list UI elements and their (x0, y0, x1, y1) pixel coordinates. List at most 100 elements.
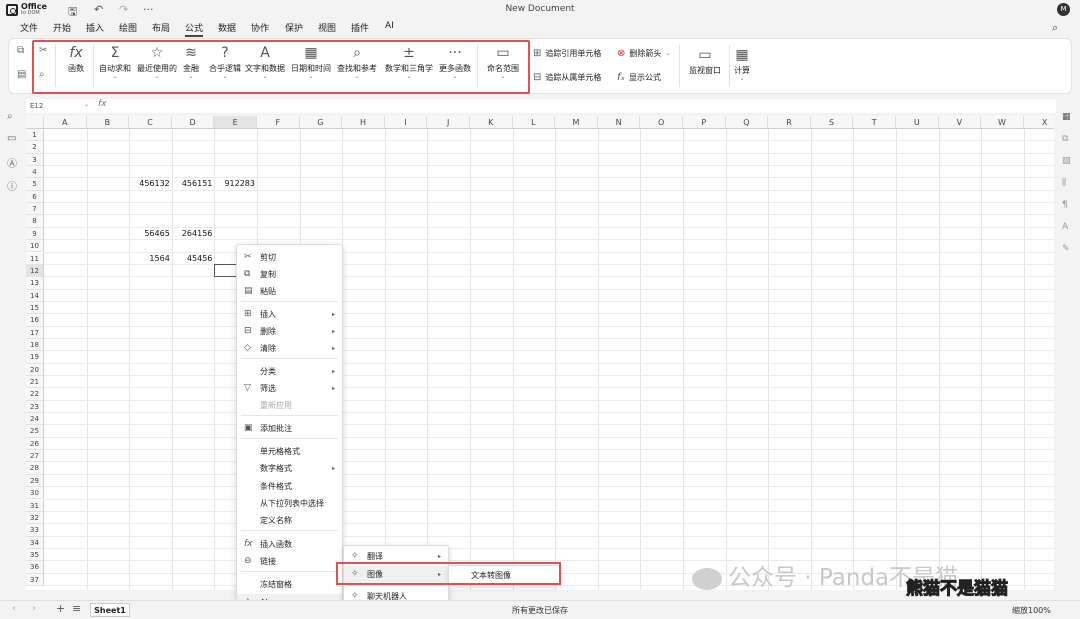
menu-insert[interactable]: 插入 (86, 21, 104, 34)
menu-item-cut[interactable]: ✂ 剪切 (237, 249, 342, 266)
row-header-30[interactable]: 30 (26, 487, 44, 500)
row-header-23[interactable]: 23 (26, 400, 44, 414)
chevron-down-icon[interactable]: ⌄ (84, 101, 89, 108)
column-header-f[interactable]: F (257, 116, 300, 129)
column-header-g[interactable]: G (299, 116, 343, 129)
menu-item-number-format[interactable]: 数字格式 ▸ (237, 460, 342, 477)
row-header-36[interactable]: 36 (26, 561, 44, 574)
menu-home[interactable]: 开始 (53, 21, 71, 34)
cell-c9[interactable]: 56465 (129, 228, 169, 240)
image-settings-icon[interactable]: ▨ (1062, 156, 1071, 166)
column-header-r[interactable]: R (768, 116, 811, 129)
spellcheck-icon[interactable]: Ⓐ (7, 155, 17, 170)
cell-d9[interactable]: 264156 (172, 228, 213, 240)
row-header-8[interactable]: 8 (26, 215, 44, 228)
shape-settings-icon[interactable]: ⧉ (1062, 134, 1068, 144)
menu-layout[interactable]: 布局 (152, 21, 170, 34)
menu-plugins[interactable]: 插件 (351, 21, 369, 34)
row-header-24[interactable]: 24 (26, 413, 44, 426)
row-header-5[interactable]: 5 (26, 178, 44, 191)
row-header-28[interactable]: 28 (26, 462, 44, 475)
comment-icon[interactable]: ▭ (7, 133, 16, 144)
cell-settings-icon[interactable]: ▦ (1062, 112, 1071, 122)
menu-item-insert-function[interactable]: fx 插入函数 (237, 536, 342, 553)
column-header-m[interactable]: M (555, 116, 598, 129)
row-header-2[interactable]: 2 (26, 141, 44, 154)
column-header-n[interactable]: N (597, 116, 641, 129)
row-header-10[interactable]: 10 (26, 240, 44, 253)
signature-icon[interactable]: ✎ (1062, 244, 1070, 254)
row-header-17[interactable]: 17 (26, 326, 44, 339)
row-header-34[interactable]: 34 (26, 536, 44, 549)
formula-input[interactable] (116, 101, 1046, 111)
cell-c11[interactable]: 1564 (129, 253, 169, 265)
row-header-29[interactable]: 29 (26, 474, 44, 488)
column-header-s[interactable]: S (810, 116, 854, 129)
row-header-6[interactable]: 6 (26, 190, 44, 204)
menu-item-pick-from-list[interactable]: 从下拉列表中选择 (237, 495, 342, 512)
trace-precedents-button[interactable]: ⊞ 追踪引用单元格 (533, 48, 601, 59)
menu-item-paste[interactable]: ▤ 粘贴 (237, 283, 342, 300)
menu-item-copy[interactable]: ⧉ 复制 (237, 266, 342, 283)
menu-item-conditional-format[interactable]: 条件格式 (237, 478, 342, 495)
column-header-w[interactable]: W (981, 116, 1024, 129)
row-header-1[interactable]: 1 (26, 129, 44, 142)
column-header-a[interactable]: A (44, 116, 87, 129)
row-header-22[interactable]: 22 (26, 388, 44, 401)
column-header-u[interactable]: U (896, 116, 939, 129)
row-header-20[interactable]: 20 (26, 363, 44, 376)
name-box[interactable]: E12 (26, 99, 88, 113)
column-header-l[interactable]: L (512, 116, 556, 129)
row-header-37[interactable]: 37 (26, 573, 44, 586)
row-header-21[interactable]: 21 (26, 376, 44, 389)
row-header-19[interactable]: 19 (26, 351, 44, 364)
menu-item-link[interactable]: ⊖ 链接 (237, 553, 342, 570)
spreadsheet-grid[interactable]: A B C D E F G H I J K L M N O P Q R S T U V W X 1 2 3 4 5 6 7 8 9 10 11 12 1… (26, 116, 1054, 590)
menu-item-filter[interactable]: ▽ 筛选 ▸ (237, 380, 342, 397)
column-header-c[interactable]: C (129, 116, 172, 129)
column-header-e[interactable]: E (214, 116, 257, 129)
cell-e5[interactable]: 912283 (214, 178, 255, 190)
search-icon[interactable]: ⌕ (7, 111, 13, 122)
menu-item-sort[interactable]: 分类 ▸ (237, 363, 342, 380)
row-header-15[interactable]: 15 (26, 301, 44, 315)
info-icon[interactable]: ⓘ (7, 178, 17, 193)
row-header-27[interactable]: 27 (26, 450, 44, 463)
row-header-25[interactable]: 25 (26, 425, 44, 438)
copy-format-icon[interactable]: ⧉ (17, 45, 24, 56)
menu-formula[interactable]: 公式 (185, 21, 204, 37)
chart-settings-icon[interactable]: ⫼ (1062, 178, 1066, 188)
menu-item-define-name[interactable]: 定义名称 (237, 512, 342, 529)
row-header-7[interactable]: 7 (26, 203, 44, 216)
menu-ai[interactable]: AI (385, 21, 394, 31)
column-header-j[interactable]: J (427, 116, 470, 129)
menu-file[interactable]: 文件 (20, 21, 38, 34)
column-header-o[interactable]: O (640, 116, 683, 129)
column-header-t[interactable]: T (853, 116, 896, 129)
menu-item-delete[interactable]: ⊟ 删除 ▸ (237, 323, 342, 340)
row-header-33[interactable]: 33 (26, 524, 44, 537)
row-header-11[interactable]: 11 (26, 252, 44, 265)
row-header-3[interactable]: 3 (26, 153, 44, 167)
column-header-h[interactable]: H (342, 116, 385, 129)
remove-arrows-button[interactable]: ⊗ 删除箭头 ⌄ (617, 48, 670, 59)
column-header-b[interactable]: B (86, 116, 130, 129)
text-art-icon[interactable]: A (1062, 222, 1068, 232)
column-header-k[interactable]: K (470, 116, 513, 129)
menu-view[interactable]: 视图 (318, 21, 336, 34)
menu-data[interactable]: 数据 (218, 21, 236, 34)
zoom-level[interactable]: 缩放100% (1012, 605, 1051, 616)
cell-c5[interactable]: 456132 (129, 178, 170, 190)
column-header-d[interactable]: D (171, 116, 215, 129)
column-header-i[interactable]: I (384, 116, 428, 129)
trace-dependents-button[interactable]: ⊟ 追踪从属单元格 (533, 72, 601, 83)
row-header-35[interactable]: 35 (26, 548, 44, 562)
menu-item-freeze-panes[interactable]: 冻结窗格 (237, 576, 342, 593)
avatar[interactable]: M (1057, 3, 1070, 16)
cell-d5[interactable]: 456151 (172, 178, 213, 190)
row-header-31[interactable]: 31 (26, 499, 44, 512)
menu-item-insert[interactable]: ⊞ 插入 ▸ (237, 306, 342, 323)
menu-item-clear[interactable]: ◇ 清除 ▸ (237, 340, 342, 357)
paste-icon[interactable]: ▤ (17, 69, 26, 80)
row-header-14[interactable]: 14 (26, 289, 44, 302)
